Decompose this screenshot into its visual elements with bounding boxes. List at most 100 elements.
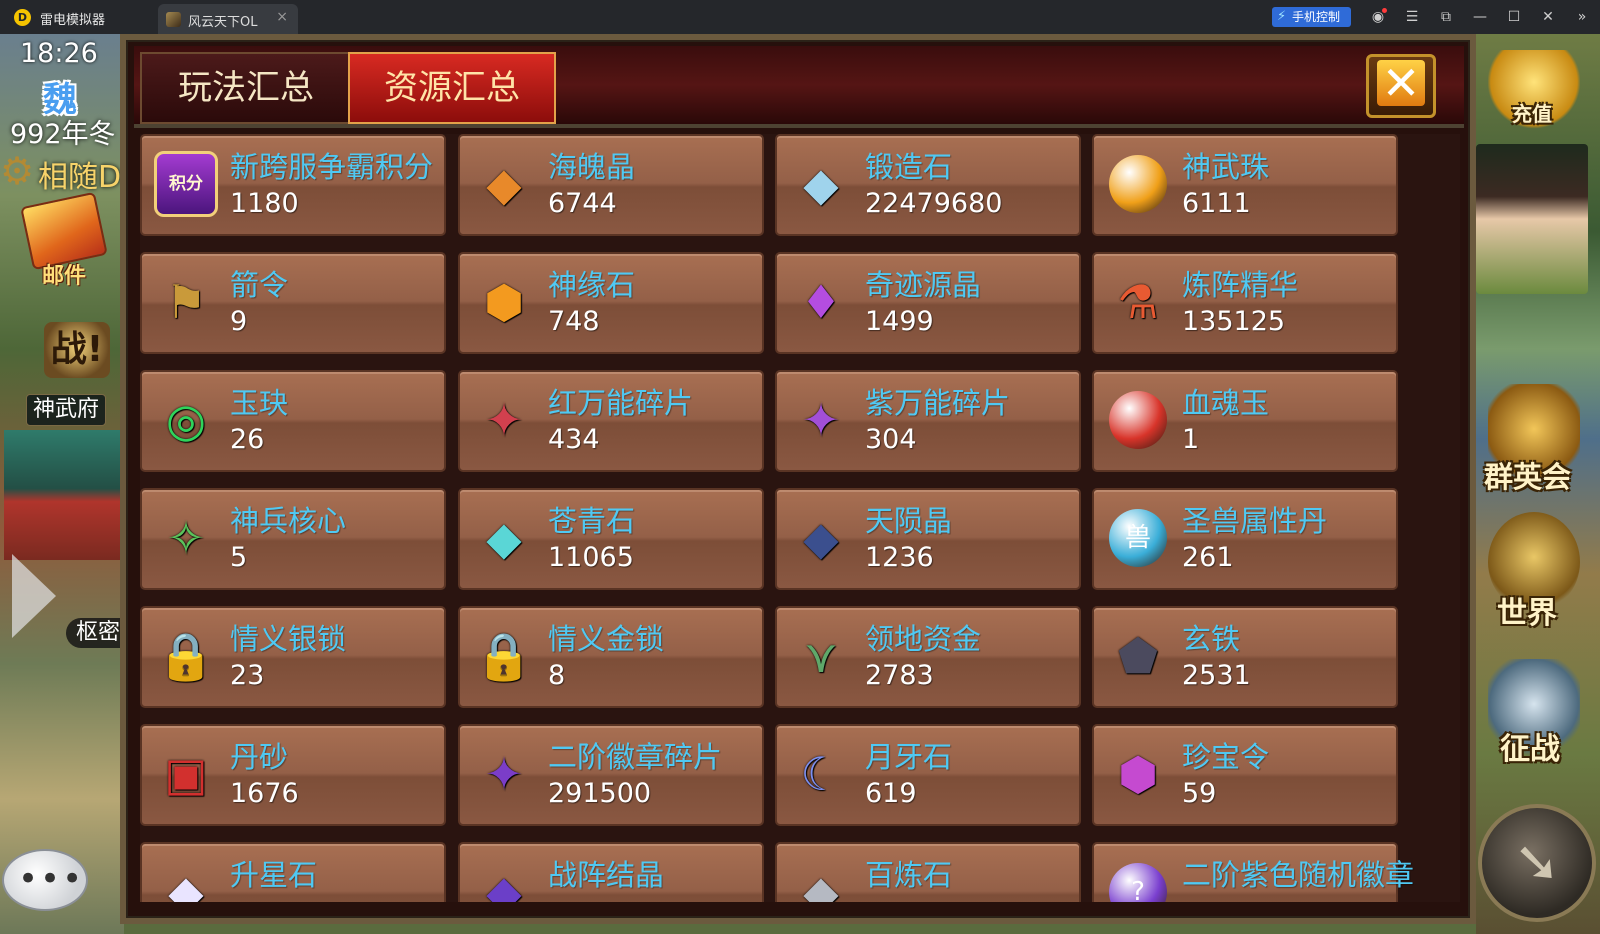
purple-fragment-icon: ✦ [789,384,853,456]
gear-icon[interactable]: ⚙ [0,152,34,190]
resource-card[interactable]: ◆ 锻造石 22479680 [775,134,1081,236]
red-fragment-icon: ✦ [472,384,536,456]
weapon-core-icon: ✧ [154,502,218,574]
phone-control-button[interactable]: ⚡ 手机控制 [1272,7,1351,27]
conquest-label[interactable]: 征战 [1500,724,1560,768]
privy-council-label[interactable]: 枢密 [66,618,124,648]
minimize-icon[interactable]: — [1470,7,1490,27]
resource-card[interactable]: 🔒 情义银锁 23 [140,606,446,708]
resource-card[interactable]: ⚗ 炼阵精华 135125 [1092,252,1398,354]
dialog-close-button[interactable]: ✕ [1366,54,1436,118]
close-window-icon[interactable]: ✕ [1538,7,1558,27]
resource-name: 珍宝令 [1182,740,1270,774]
weapon-core-icon-glyph: ✧ [166,511,206,565]
resource-card[interactable]: ◆ 天陨晶 1236 [775,488,1081,590]
tab-gameplay-summary[interactable]: 玩法汇总 [140,52,352,124]
resource-card[interactable]: ◆ 战阵结晶 [458,842,764,902]
forge-stone-icon: ◆ [789,148,853,220]
treasure-token-icon-glyph: ⬢ [1117,747,1159,801]
menu-icon[interactable]: ☰ [1402,7,1422,27]
hero-portrait[interactable] [1476,144,1588,294]
resource-name: 情义金锁 [548,622,665,656]
resource-card[interactable]: ◆ 苍青石 11065 [458,488,764,590]
treasure-token-icon: ⬢ [1106,738,1170,810]
resource-card[interactable]: ⚑ 箭令 9 [140,252,446,354]
resource-name: 海魄晶 [548,150,636,184]
red-fragment-icon-glyph: ✦ [484,393,524,447]
resource-count: 6744 [548,188,617,219]
resource-name: 情义银锁 [230,622,347,656]
resource-card[interactable]: 🔒 情义金锁 8 [458,606,764,708]
resource-count: 22479680 [865,188,1003,219]
notification-dot [1382,8,1387,13]
resource-card[interactable]: ◆ 百炼石 [775,842,1081,902]
battle-icon[interactable]: 战! [44,322,110,378]
resource-count: 1 [1182,424,1200,455]
resource-count: 1499 [865,306,934,337]
tab-game[interactable]: 风云天下OL × [158,4,298,34]
resource-name: 神缘石 [548,268,636,302]
maximize-icon[interactable]: ☐ [1504,7,1524,27]
resource-card[interactable]: ✦ 红万能碎片 434 [458,370,764,472]
resource-card[interactable]: ⬢ 神缘石 748 [458,252,764,354]
resource-card[interactable]: ◆ 海魄晶 6744 [458,134,764,236]
resource-count: 2783 [865,660,934,691]
resource-count: 261 [1182,542,1234,573]
formation-crystal-icon-glyph: ◆ [486,865,522,902]
emulator-app-name: 雷电模拟器 [40,13,106,28]
resource-card[interactable]: ◆ 升星石 [140,842,446,902]
forge-stone-icon-glyph: ◆ [803,157,839,211]
resource-card[interactable]: ☾ 月牙石 619 [775,724,1081,826]
back-arrow-button[interactable]: ➘ [1478,804,1596,922]
palace-building-art[interactable] [4,430,120,560]
divine-orb-icon-glyph: ● [1109,155,1167,213]
sea-crystal-icon-glyph: ◆ [486,157,522,211]
resource-card[interactable]: ● 神武珠 6111 [1092,134,1398,236]
resource-name: 炼阵精华 [1182,268,1299,302]
multi-window-icon[interactable]: ⧉ [1436,7,1456,27]
resource-card[interactable]: ◎ 玉玦 26 [140,370,446,472]
tab-close-icon[interactable]: × [276,9,288,25]
world-label[interactable]: 世界 [1497,588,1557,632]
fate-stone-icon: ⬢ [472,266,536,338]
fate-stone-icon-glyph: ⬢ [483,275,525,329]
left-expand-arrow-icon[interactable] [12,554,56,638]
dark-iron-icon-glyph: ⬟ [1118,629,1158,683]
chat-button[interactable]: ••• [2,849,88,911]
resource-card[interactable]: ✦ 紫万能碎片 304 [775,370,1081,472]
beast-pill-icon-glyph: 兽 [1109,509,1167,567]
resource-card[interactable]: ⋎ 领地资金 2783 [775,606,1081,708]
mail-label[interactable]: 邮件 [42,258,86,290]
divine-orb-icon: ● [1106,148,1170,220]
season-label: 992年冬 [10,119,116,150]
resource-card[interactable]: ⬟ 玄铁 2531 [1092,606,1398,708]
user-account-icon[interactable]: ◉ [1368,7,1388,27]
resource-count: 2531 [1182,660,1251,691]
resource-card[interactable]: 兽圣兽属性丹 261 [1092,488,1398,590]
jade-ring-icon: ◎ [154,384,218,456]
palace-label[interactable]: 神武府 [26,394,107,426]
resource-card[interactable]: 积分 新跨服争霸积分 1180 [140,134,446,236]
azure-stone-icon-glyph: ◆ [486,511,522,565]
expand-sidebar-icon[interactable]: » [1572,7,1592,27]
badge-fragment-icon: ✦ [472,738,536,810]
territory-funds-icon: ⋎ [789,620,853,692]
resource-card[interactable]: ▣ 丹砂 1676 [140,724,446,826]
resource-grid[interactable]: 积分新跨服争霸积分 1180 ◆ 海魄晶 6744 ◆ 锻造石 22479680 ● 神武珠 611… [140,134,1460,902]
heroes-label[interactable]: 群英会 [1484,454,1571,496]
gold-lock-icon-glyph: 🔒 [475,629,533,683]
resource-card[interactable]: ⬢ 珍宝令 59 [1092,724,1398,826]
resource-count: 619 [865,778,917,809]
resource-card[interactable]: ✧ 神兵核心 5 [140,488,446,590]
resource-name: 月牙石 [865,740,953,774]
resource-card[interactable]: ✦ 二阶徽章碎片 291500 [458,724,764,826]
tab-resource-summary[interactable]: 资源汇总 [348,52,556,124]
resource-card[interactable]: ● 血魂玉 1 [1092,370,1398,472]
resource-card[interactable]: ♦ 奇迹源晶 1499 [775,252,1081,354]
cinnabar-box-icon-glyph: ▣ [164,747,208,801]
recharge-label[interactable]: 充值 [1512,98,1552,127]
resource-card[interactable]: ? 二阶紫色随机徽章 [1092,842,1414,902]
resource-count: 59 [1182,778,1217,809]
silver-lock-icon-glyph: 🔒 [157,629,215,683]
resource-name: 血魂玉 [1182,386,1270,420]
